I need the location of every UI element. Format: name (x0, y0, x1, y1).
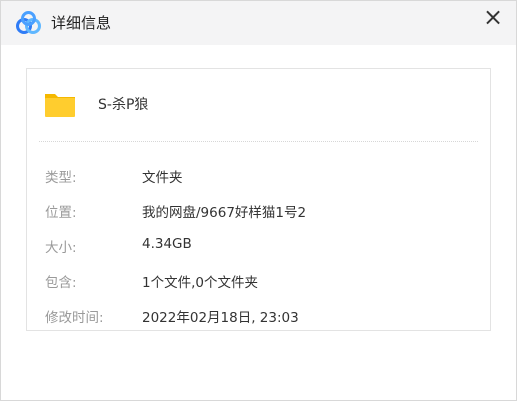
detail-value: 文件夹 (142, 170, 183, 186)
detail-value: 4.34GB (142, 236, 192, 252)
close-icon[interactable]: × (483, 3, 503, 31)
dialog-title: 详细信息 (51, 14, 112, 32)
detail-value: 2022年02月18日, 23:03 (142, 310, 299, 326)
file-name: S-杀P狼 (98, 97, 149, 113)
detail-label: 类型: (45, 170, 77, 186)
detail-label: 位置: (45, 205, 77, 221)
detail-value: 我的网盘/9667好样猫1号2 (142, 205, 307, 221)
divider (39, 141, 478, 142)
baidu-netdisk-logo-icon (16, 11, 41, 34)
detail-value: 1个文件,0个文件夹 (142, 275, 258, 291)
close-button[interactable]: × (480, 5, 506, 31)
folder-icon (40, 84, 80, 124)
detail-label: 包含: (45, 275, 77, 291)
detail-label: 修改时间: (45, 310, 104, 326)
title-bar: 详细信息 × (1, 1, 516, 45)
details-panel: S-杀P狼 类型: 文件夹 位置: 我的网盘/9667好样猫1号2 大小: 4.… (26, 68, 491, 331)
details-dialog: 详细信息 × S-杀P狼 类型: 文件夹 位置: 我的网盘/9667好样猫1号2… (0, 0, 517, 401)
detail-label: 大小: (45, 240, 77, 256)
